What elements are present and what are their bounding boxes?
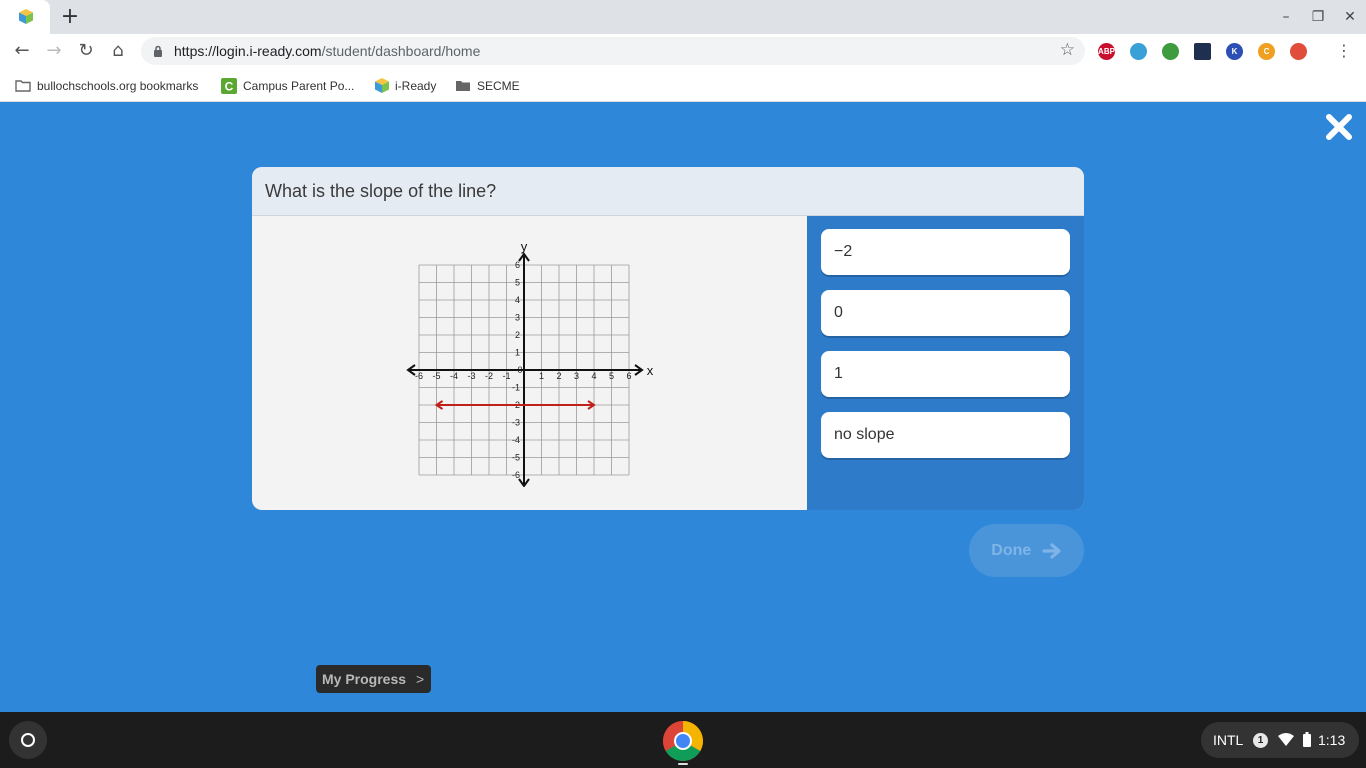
home-button[interactable]: ⌂	[107, 40, 129, 62]
y-tick-label: -3	[512, 418, 520, 428]
wifi-icon	[1278, 733, 1294, 746]
dark-extension-icon[interactable]	[1194, 43, 1211, 60]
y-tick-label: -1	[512, 383, 520, 393]
bookmark-star-icon[interactable]: ☆	[1060, 40, 1075, 60]
y-tick-label: 4	[515, 295, 520, 305]
x-tick-label: 6	[626, 371, 631, 381]
active-app-indicator	[678, 763, 688, 765]
campus-icon: C	[221, 77, 237, 94]
x-tick-label: 2	[556, 371, 561, 381]
my-progress-label: My Progress	[322, 671, 407, 687]
y-tick-label: -5	[512, 453, 520, 463]
question-prompt: What is the slope of the line?	[265, 181, 497, 201]
input-method-label: INTL	[1213, 732, 1244, 748]
folder-icon	[456, 81, 470, 92]
x-tick-label: -6	[415, 371, 423, 381]
iready-favicon-icon	[19, 9, 33, 24]
x-tick-label: -3	[467, 371, 475, 381]
clock-time: 1:13	[1318, 732, 1346, 748]
menu-icon[interactable]: ⋮	[1336, 41, 1352, 61]
bookmark-campus-parent[interactable]: C Campus Parent Po...	[221, 77, 355, 94]
new-tab-button[interactable]: +	[58, 5, 82, 29]
close-window-button[interactable]: ✕	[1340, 7, 1360, 27]
power-extension-icon[interactable]	[1162, 43, 1179, 60]
my-progress-button[interactable]: My Progress >	[316, 665, 431, 693]
answer-panel: −2 0 1 no slope	[807, 216, 1084, 510]
back-button[interactable]: ←	[11, 40, 33, 62]
x-tick-label: -2	[485, 371, 493, 381]
x-axis-label: x	[647, 363, 654, 378]
x-tick-label: -5	[432, 371, 440, 381]
done-button[interactable]: Done	[969, 524, 1084, 577]
x-tick-label: 5	[609, 371, 614, 381]
minimize-button[interactable]: –	[1276, 7, 1296, 27]
cloud-extension-icon[interactable]	[1130, 43, 1147, 60]
answer-option-0[interactable]: 0	[821, 290, 1070, 336]
iready-icon	[375, 78, 389, 94]
answer-option-no-slope[interactable]: no slope	[821, 412, 1070, 458]
lock-icon	[154, 45, 162, 57]
bookmark-label: SECME	[477, 78, 520, 93]
folder-icon	[15, 80, 31, 93]
y-tick-label: -4	[512, 435, 520, 445]
question-card: What is the slope of the line? x y -6 -5 -4-…	[252, 167, 1084, 510]
close-lesson-icon[interactable]	[1324, 112, 1354, 142]
bookmark-secme[interactable]: SECME	[455, 77, 520, 93]
bookmark-bullochschools[interactable]: bullochschools.org bookmarks	[15, 77, 198, 93]
answer-option-neg2[interactable]: −2	[821, 229, 1070, 275]
y-tick-label: 3	[515, 313, 520, 323]
k-extension-icon[interactable]: K	[1226, 43, 1243, 60]
c-extension-icon[interactable]: C	[1258, 43, 1275, 60]
chrome-app-icon[interactable]	[662, 720, 704, 762]
notification-badge: 1	[1253, 733, 1268, 748]
y-tick-label: -6	[512, 470, 520, 480]
bookmark-label: bullochschools.org bookmarks	[37, 78, 199, 93]
bookmark-iready[interactable]: i-Ready	[375, 77, 437, 94]
reload-button[interactable]: ↻	[75, 40, 97, 62]
launcher-circle-icon	[21, 733, 35, 747]
tab-strip: + – ❐ ✕	[0, 0, 1366, 34]
google-extension-icon[interactable]	[1290, 43, 1307, 60]
y-axis-label: y	[521, 239, 528, 254]
bookmark-label: Campus Parent Po...	[243, 78, 355, 93]
bookmarks-bar: bullochschools.org bookmarks C Campus Pa…	[0, 68, 1366, 102]
os-shelf: INTL 1 1:13	[0, 712, 1366, 768]
status-tray[interactable]: INTL 1 1:13	[1201, 722, 1359, 758]
x-tick-label: 4	[591, 371, 596, 381]
x-tick-label: 0	[517, 365, 522, 375]
answer-option-1[interactable]: 1	[821, 351, 1070, 397]
question-header: What is the slope of the line?	[252, 167, 1084, 216]
coordinate-graph: xy-6 -5 -4 -3 -2 -101 2 3 4 5 6654321-1-2-3-4-5-6	[406, 239, 654, 487]
y-tick-label: 1	[515, 348, 520, 358]
done-label: Done	[991, 542, 1032, 559]
arrow-right-icon	[1042, 543, 1061, 559]
battery-icon	[1303, 732, 1311, 747]
x-tick-label: -4	[450, 371, 458, 381]
browser-toolbar: ← → ↻ ⌂ https://login.i-ready.com/studen…	[0, 34, 1366, 68]
y-tick-label: 6	[515, 260, 520, 270]
address-bar[interactable]: https://login.i-ready.com/student/dashbo…	[141, 37, 1085, 65]
forward-button[interactable]: →	[43, 40, 65, 62]
launcher-button[interactable]	[9, 721, 47, 759]
x-tick-label: 3	[574, 371, 579, 381]
url-text: https://login.i-ready.com/student/dashbo…	[174, 43, 481, 59]
abp-extension-icon[interactable]: ABP	[1098, 43, 1115, 60]
y-tick-label: 2	[515, 330, 520, 340]
x-tick-label: -1	[502, 371, 510, 381]
restore-button[interactable]: ❐	[1308, 7, 1328, 27]
y-tick-label: 5	[515, 278, 520, 288]
x-tick-label: 1	[539, 371, 544, 381]
active-tab[interactable]	[0, 0, 50, 34]
bookmark-label: i-Ready	[395, 78, 437, 93]
chevron-right-icon: >	[416, 671, 425, 687]
svg-text:C: C	[225, 79, 234, 93]
